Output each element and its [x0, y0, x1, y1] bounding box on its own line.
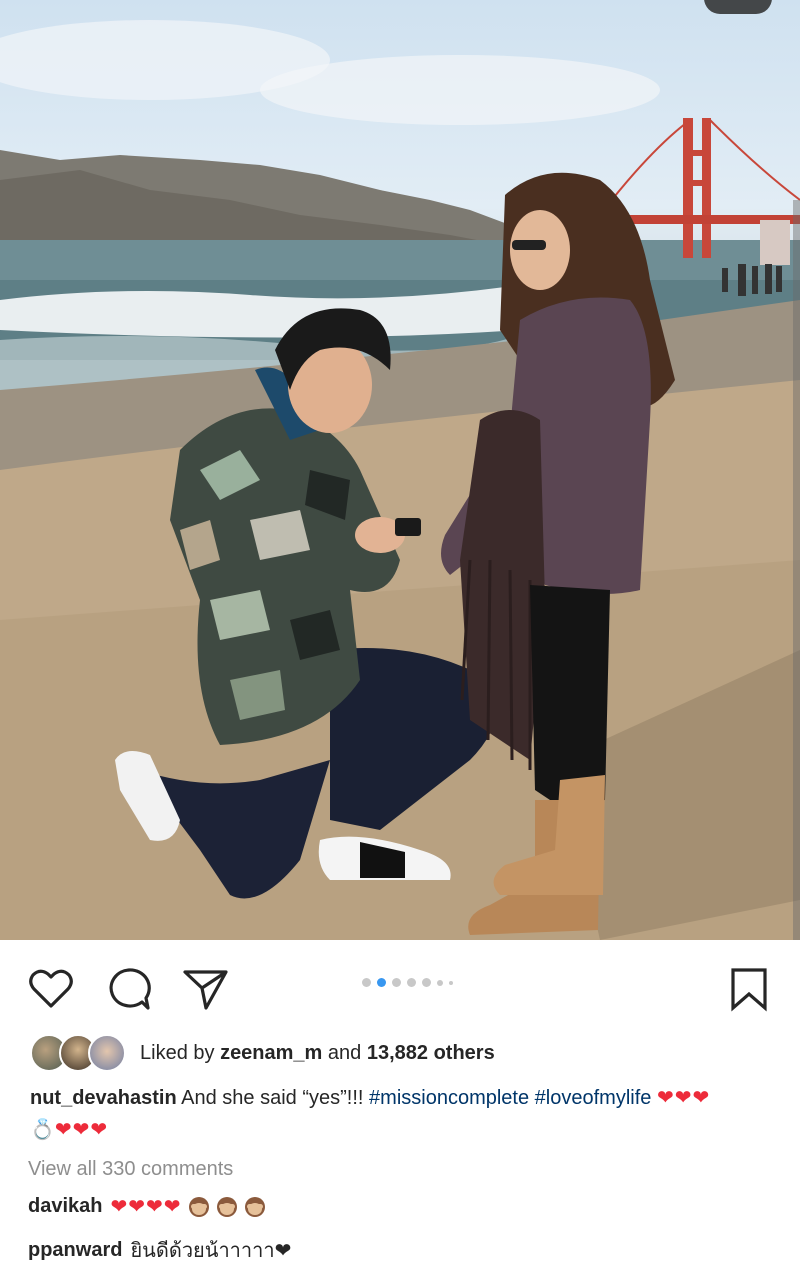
- scrollbar[interactable]: [793, 200, 800, 940]
- carousel-counter-pill: [704, 0, 772, 14]
- carousel-dot: [392, 978, 401, 987]
- avatar[interactable]: [88, 1034, 126, 1072]
- proposal-beach-scene: [0, 20, 800, 940]
- carousel-dot: [362, 978, 371, 987]
- see-no-evil-monkey-icon: [188, 1196, 209, 1217]
- heart-emojis: ❤❤❤: [54, 1119, 109, 1141]
- paper-plane-icon[interactable]: [180, 964, 230, 1014]
- carousel-dot: [422, 978, 431, 987]
- likes-joiner: and: [327, 1041, 362, 1064]
- comment-row: ppanward ยินดีด้วยน้าาาาา❤: [28, 1234, 291, 1266]
- comment-text: ❤❤❤❤: [110, 1196, 182, 1218]
- post-action-bar: [0, 940, 800, 1030]
- liked-by-label: Liked by: [140, 1041, 215, 1064]
- likes-row: Liked by zeenam_m and 13,882 others: [30, 1034, 495, 1072]
- see-no-evil-monkey-icon: [244, 1196, 265, 1217]
- bookmark-icon[interactable]: [724, 964, 774, 1014]
- carousel-dot: [407, 978, 416, 987]
- carousel-dot-active: [377, 978, 386, 987]
- liker-avatars[interactable]: [30, 1034, 126, 1072]
- heart-outline-icon[interactable]: [26, 964, 76, 1014]
- caption-text: And she said “yes”!!!: [181, 1087, 364, 1109]
- speech-bubble-icon[interactable]: [104, 964, 154, 1014]
- likes-summary: Liked by zeenam_m and 13,882 others: [140, 1042, 495, 1065]
- ring-emoji: 💍: [30, 1119, 55, 1141]
- post-caption: nut_devahastin And she said “yes”!!! #mi…: [30, 1082, 770, 1146]
- heart-emojis: ❤❤❤: [656, 1087, 711, 1109]
- view-all-comments-link[interactable]: View all 330 comments: [28, 1158, 233, 1181]
- comment-username[interactable]: davikah: [28, 1195, 102, 1218]
- see-no-evil-monkey-icon: [216, 1196, 237, 1217]
- liked-by-user-link[interactable]: zeenam_m: [220, 1042, 322, 1064]
- caption-username[interactable]: nut_devahastin: [30, 1087, 177, 1109]
- comment-row: davikah ❤❤❤❤: [28, 1194, 266, 1219]
- post-photo[interactable]: [0, 0, 800, 940]
- hashtag-link[interactable]: #missioncomplete: [369, 1087, 529, 1109]
- carousel-dot: [449, 980, 453, 985]
- comment-text: ยินดีด้วยน้าาาาา❤: [130, 1240, 292, 1262]
- carousel-indicator: [362, 978, 453, 987]
- comment-username[interactable]: ppanward: [28, 1239, 122, 1262]
- hashtag-link[interactable]: #loveofmylife: [535, 1087, 652, 1109]
- likes-count-link[interactable]: 13,882 others: [367, 1042, 495, 1064]
- carousel-dot: [437, 979, 443, 986]
